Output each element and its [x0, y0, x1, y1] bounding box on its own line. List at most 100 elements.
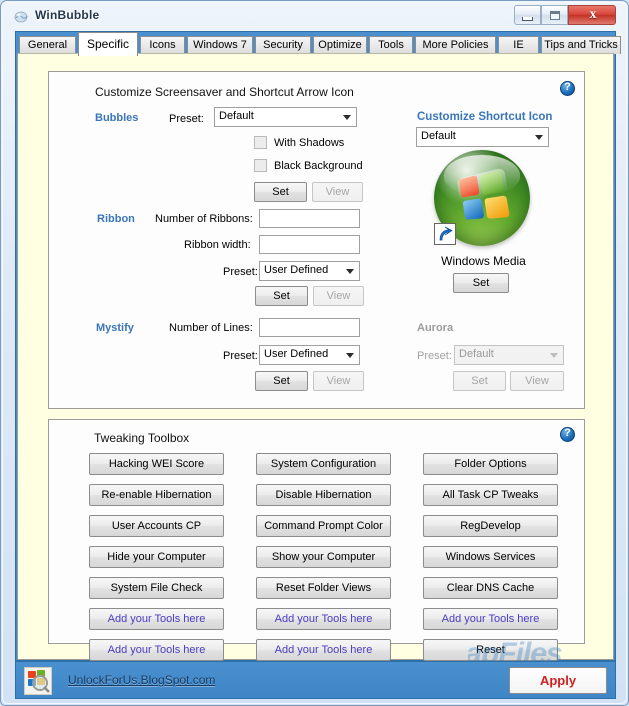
mystify-lines-input[interactable]: [259, 318, 360, 337]
help-icon[interactable]: [560, 81, 575, 96]
ribbon-section-label: Ribbon: [97, 213, 135, 225]
toolbox-button-user-accounts-cp[interactable]: User Accounts CP: [89, 515, 224, 537]
tab-tools[interactable]: Tools: [369, 36, 413, 54]
ribbon-width-input[interactable]: [259, 235, 360, 254]
bubbles-preset-label: Preset:: [169, 113, 204, 125]
winbubble-logo-icon: [24, 667, 52, 695]
chevron-down-icon: [346, 353, 354, 358]
window-title: WinBubble: [35, 8, 100, 22]
minimize-button[interactable]: [514, 5, 541, 25]
toolbox-button-folder-options[interactable]: Folder Options: [423, 453, 558, 475]
toolbox-button-hacking-wei-score[interactable]: Hacking WEI Score: [89, 453, 224, 475]
with-shadows-checkbox[interactable]: [254, 136, 267, 149]
with-shadows-label: With Shadows: [274, 137, 345, 149]
mystify-section-label: Mystify: [96, 322, 134, 334]
mystify-lines-label: Number of Lines:: [169, 322, 253, 334]
ribbon-view-button[interactable]: View: [313, 286, 364, 306]
ribbon-preset-value: User Defined: [264, 264, 329, 276]
tab-optimize[interactable]: Optimize: [313, 36, 367, 54]
aurora-view-button[interactable]: View: [510, 371, 564, 391]
ribbon-preset-label: Preset:: [223, 266, 258, 278]
windows-flag-icon: [456, 167, 511, 222]
chevron-down-icon: [550, 353, 558, 358]
aurora-preset-label: Preset:: [417, 350, 452, 362]
toolbox-button-show-your-computer[interactable]: Show your Computer: [256, 546, 391, 568]
mystify-preset-label: Preset:: [223, 350, 258, 362]
maximize-icon: [550, 11, 560, 20]
toolbox-button-add-your-tools-here[interactable]: Add your Tools here: [256, 639, 391, 661]
black-background-label: Black Background: [274, 160, 363, 172]
toolbox-button-reset[interactable]: Reset: [423, 639, 558, 661]
shortcut-icon-title: Customize Shortcut Icon: [417, 111, 553, 123]
tab-general[interactable]: General: [19, 36, 76, 54]
tab-windows-7[interactable]: Windows 7: [187, 36, 253, 54]
apply-button[interactable]: Apply: [509, 667, 607, 694]
tab-ie[interactable]: IE: [498, 36, 539, 54]
close-icon: x: [589, 7, 597, 22]
chevron-down-icon: [346, 269, 354, 274]
bubbles-view-button[interactable]: View: [312, 182, 363, 202]
toolbox-button-system-configuration[interactable]: System Configuration: [256, 453, 391, 475]
toolbox-button-add-your-tools-here[interactable]: Add your Tools here: [89, 639, 224, 661]
chevron-down-icon: [535, 135, 543, 140]
tab-strip: General Specific Icons Windows 7 Security Opt…: [16, 32, 621, 56]
screensaver-group-title: Customize Screensaver and Shortcut Arrow…: [95, 85, 354, 99]
tab-specific[interactable]: Specific: [78, 32, 138, 56]
mystify-preset-select[interactable]: User Defined: [259, 345, 360, 365]
tab-tips-and-tricks[interactable]: Tips and Tricks: [541, 36, 621, 54]
ribbon-preset-select[interactable]: User Defined: [259, 261, 360, 281]
toolbox-button-re-enable-hibernation[interactable]: Re-enable Hibernation: [89, 484, 224, 506]
ribbon-count-input[interactable]: [259, 209, 360, 228]
tab-client-area: General Specific Icons Windows 7 Security Opt…: [15, 31, 621, 665]
mystify-set-button[interactable]: Set: [255, 371, 308, 391]
aurora-preset-value: Default: [459, 348, 494, 360]
ribbon-set-button[interactable]: Set: [255, 286, 308, 306]
toolbox-button-windows-services[interactable]: Windows Services: [423, 546, 558, 568]
shortcut-arrow-icon: [434, 223, 456, 245]
aurora-preset-select[interactable]: Default: [454, 345, 564, 365]
black-background-checkbox[interactable]: [254, 159, 267, 172]
toolbox-button-clear-dns-cache[interactable]: Clear DNS Cache: [423, 577, 558, 599]
toolbox-button-all-task-cp-tweaks[interactable]: All Task CP Tweaks: [423, 484, 558, 506]
toolbox-button-regdevelop[interactable]: RegDevelop: [423, 515, 558, 537]
tweaking-toolbox-group: Tweaking Toolbox Hacking WEI Score System…: [48, 419, 585, 661]
tab-page-specific: Customize Screensaver and Shortcut Arrow…: [17, 53, 614, 665]
mystify-view-button[interactable]: View: [313, 371, 364, 391]
ribbon-count-label: Number of Ribbons:: [155, 213, 253, 225]
winbubble-window: WinBubble x General Specific Icons Windows …: [0, 0, 629, 706]
shortcut-icon-select-value: Default: [421, 130, 456, 142]
bubbles-preset-value: Default: [219, 110, 254, 122]
toolbox-button-disable-hibernation[interactable]: Disable Hibernation: [256, 484, 391, 506]
aurora-set-button[interactable]: Set: [453, 371, 506, 391]
winbubble-app-icon: [14, 9, 29, 24]
toolbox-button-add-your-tools-here[interactable]: Add your Tools here: [256, 608, 391, 630]
bubbles-preset-select[interactable]: Default: [214, 107, 357, 127]
bubbles-set-button[interactable]: Set: [254, 182, 307, 202]
status-bar: UnlockForUs.BlogSpot.com Apply: [15, 661, 616, 699]
tab-security[interactable]: Security: [255, 36, 311, 54]
shortcut-icon-preview: [434, 150, 530, 246]
toolbox-button-add-your-tools-here[interactable]: Add your Tools here: [423, 608, 558, 630]
help-icon[interactable]: [560, 427, 575, 442]
shortcut-icon-caption: Windows Media: [441, 254, 526, 268]
shortcut-icon-set-button[interactable]: Set: [453, 273, 509, 293]
title-bar: WinBubble x: [1, 1, 628, 31]
website-link[interactable]: UnlockForUs.BlogSpot.com: [68, 673, 215, 687]
toolbox-button-add-your-tools-here[interactable]: Add your Tools here: [89, 608, 224, 630]
aurora-section-label: Aurora: [417, 322, 454, 334]
maximize-button[interactable]: [541, 5, 568, 25]
bubbles-section-label: Bubbles: [95, 112, 139, 124]
tab-icons[interactable]: Icons: [140, 36, 185, 54]
mystify-preset-value: User Defined: [264, 348, 329, 360]
chevron-down-icon: [343, 115, 351, 120]
tab-more-policies[interactable]: More Policies: [415, 36, 496, 54]
close-button[interactable]: x: [568, 5, 616, 25]
toolbox-group-title: Tweaking Toolbox: [94, 431, 190, 445]
toolbox-button-hide-your-computer[interactable]: Hide your Computer: [89, 546, 224, 568]
toolbox-button-command-prompt-color[interactable]: Command Prompt Color: [256, 515, 391, 537]
toolbox-button-system-file-check[interactable]: System File Check: [89, 577, 224, 599]
shortcut-icon-select[interactable]: Default: [416, 127, 549, 147]
toolbox-button-reset-folder-views[interactable]: Reset Folder Views: [256, 577, 391, 599]
screensaver-group: Customize Screensaver and Shortcut Arrow…: [48, 71, 585, 409]
minimize-icon: [522, 17, 533, 21]
